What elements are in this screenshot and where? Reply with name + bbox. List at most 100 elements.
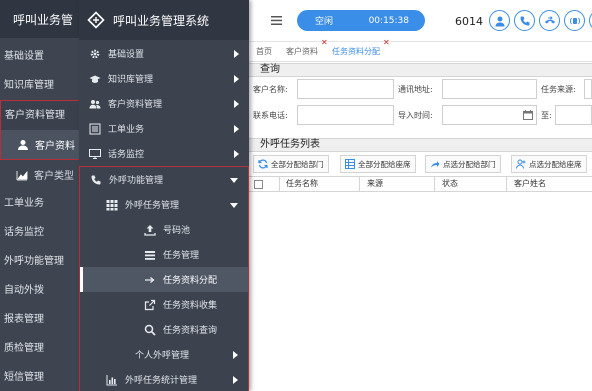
bg-menu-auto-dial[interactable]: 自动外拨 [0, 276, 80, 305]
column-status[interactable]: 状态 [435, 177, 507, 191]
broadcast-button[interactable] [564, 10, 585, 31]
transfer-button[interactable] [539, 10, 560, 31]
import-time-end-input[interactable] [555, 105, 592, 125]
external-link-icon [144, 299, 156, 311]
menu-label: 外呼功能管理 [109, 176, 164, 186]
menu-label: 任务资料查询 [163, 326, 218, 336]
tab-home[interactable]: 首页 [249, 43, 279, 61]
menu-outbound-task-management[interactable]: 外呼任务管理 [80, 192, 248, 217]
customer-name-input[interactable] [297, 79, 394, 99]
menu-label: 基础设置 [108, 50, 145, 60]
phone-icon [90, 174, 102, 186]
app-title: 呼叫业务管理系统 [113, 13, 210, 28]
import-time-label: 导入时间: [398, 111, 433, 120]
area-chart-icon [16, 169, 28, 181]
gear-icon [89, 48, 101, 60]
menu-task-allocation[interactable]: 任务资料分配 [80, 267, 248, 292]
menu-call-monitor[interactable]: 话务监控 [79, 141, 249, 166]
phone-input[interactable] [297, 105, 394, 125]
menu-knowledge-base[interactable]: 知识库管理 [79, 66, 249, 91]
menu-task-management[interactable]: 任务管理 [80, 242, 248, 267]
tab-label: 客户资料 [286, 47, 318, 56]
bg-menu-knowledge[interactable]: 知识库管理 [0, 71, 80, 100]
button-label: 点选分配给部门 [443, 159, 496, 169]
pick-assign-to-agent-button[interactable]: 点选分配给座席 [511, 155, 587, 173]
hamburger-menu-icon[interactable] [271, 16, 282, 25]
dial-button[interactable] [514, 10, 535, 31]
bg-submenu-customer-type[interactable]: 客户类型 [0, 160, 80, 189]
assign-all-to-agent-button[interactable]: 全部分配给座席 [340, 155, 416, 173]
tab-task-allocation[interactable]: 任务资料分配 ✕ [325, 39, 390, 61]
menu-outbound-management[interactable]: 外呼功能管理 [80, 167, 248, 192]
button-label: 全部分配给部门 [271, 159, 324, 169]
broadcast-icon [569, 15, 581, 27]
bg-menu-quality[interactable]: 质检管理 [0, 334, 80, 363]
monitor-icon [89, 148, 101, 160]
phone-label: 联系电话: [253, 111, 288, 120]
menu-basic-settings[interactable]: 基础设置 [79, 41, 249, 66]
import-time-start-input[interactable] [442, 105, 537, 125]
bg-menu-customer[interactable]: 客户资料管理 [1, 101, 79, 130]
task-grid-header: 任务名称 来源 状态 客户姓名 [249, 176, 592, 192]
bg-submenu-label: 客户类型 [34, 171, 74, 182]
bg-menu-sms[interactable]: 短信管理 [0, 363, 80, 391]
chevron-right-icon [233, 124, 239, 133]
tab-customer-profile[interactable]: 客户资料 ✕ [279, 39, 328, 61]
column-customer-name[interactable]: 客户姓名 [507, 177, 592, 191]
bg-menu-basic-settings[interactable]: 基础设置 [0, 42, 80, 71]
to-label: 至: [541, 111, 552, 120]
assign-all-to-dept-button[interactable]: 全部分配给部门 [253, 155, 329, 173]
phone-transfer-icon [544, 15, 556, 27]
chevron-right-icon [232, 375, 238, 384]
background-sidebar: 呼叫业务管 基础设置 知识库管理 客户资料管理 客户资料 客户类型 工单业务 话… [0, 0, 80, 391]
menu-work-order[interactable]: 工单业务 [79, 116, 249, 141]
button-label: 点选分配给座席 [529, 159, 582, 169]
sidebar-header: 呼叫业务管理系统 [79, 0, 249, 40]
person-headset-icon [494, 15, 506, 27]
menu-label: 任务资料收集 [163, 301, 218, 311]
close-icon[interactable]: ✕ [383, 39, 390, 47]
chevron-right-icon [232, 350, 238, 359]
menu-label: 外呼任务管理 [125, 201, 180, 211]
users-icon [89, 98, 101, 110]
task-source-label: 任务来源: [541, 85, 576, 94]
menu-label: 号码池 [163, 226, 191, 236]
bg-submenu-label: 客户资料 [35, 141, 75, 152]
menu-task-query[interactable]: 任务资料查询 [80, 317, 248, 342]
menu-personal-outbound[interactable]: 个人外呼管理 [80, 342, 248, 367]
tab-label: 任务资料分配 [332, 47, 380, 56]
menu-outbound-statistics[interactable]: 外呼任务统计管理 [80, 367, 248, 391]
agent-status-pill[interactable]: 空闲 00:15:38 [297, 10, 425, 31]
chevron-right-icon [233, 49, 239, 58]
column-task-name[interactable]: 任务名称 [280, 177, 360, 191]
menu-label: 话务监控 [108, 150, 145, 160]
background-app-title: 呼叫业务管 [13, 12, 74, 27]
table-icon [345, 159, 358, 169]
expanded-sidebar: 呼叫业务管理系统 基础设置 知识库管理 客户资料管理 工单业务 话务监控 外呼功… [79, 0, 249, 391]
share-icon [430, 159, 443, 169]
select-all-checkbox[interactable] [254, 180, 263, 189]
address-input[interactable] [442, 79, 537, 99]
logo-icon [87, 11, 105, 29]
menu-customer-management[interactable]: 客户资料管理 [79, 91, 249, 116]
menu-label: 个人外呼管理 [135, 351, 190, 361]
bar-chart-icon [106, 374, 118, 386]
menu-number-pool[interactable]: 号码池 [80, 217, 248, 242]
menu-label: 工单业务 [108, 125, 145, 135]
calendar-icon[interactable] [523, 110, 533, 120]
task-source-select[interactable] [584, 79, 592, 99]
pick-assign-to-dept-button[interactable]: 点选分配给部门 [425, 155, 501, 173]
bg-menu-outbound[interactable]: 外呼功能管理 [0, 247, 80, 276]
user-icon [17, 139, 29, 151]
agent-status: 空闲 [315, 17, 334, 27]
tab-label: 首页 [256, 47, 272, 56]
column-source[interactable]: 来源 [360, 177, 435, 191]
menu-task-collection[interactable]: 任务资料收集 [80, 292, 248, 317]
bg-submenu-customer-profile[interactable]: 客户资料 [1, 130, 79, 159]
agent-button[interactable] [489, 10, 510, 31]
button-label: 全部分配给座席 [358, 159, 411, 169]
bg-menu-reports[interactable]: 报表管理 [0, 305, 80, 334]
bg-menu-monitor[interactable]: 话务监控 [0, 218, 80, 247]
bg-menu-workorder[interactable]: 工单业务 [0, 189, 80, 218]
graduation-cap-icon [89, 73, 101, 85]
